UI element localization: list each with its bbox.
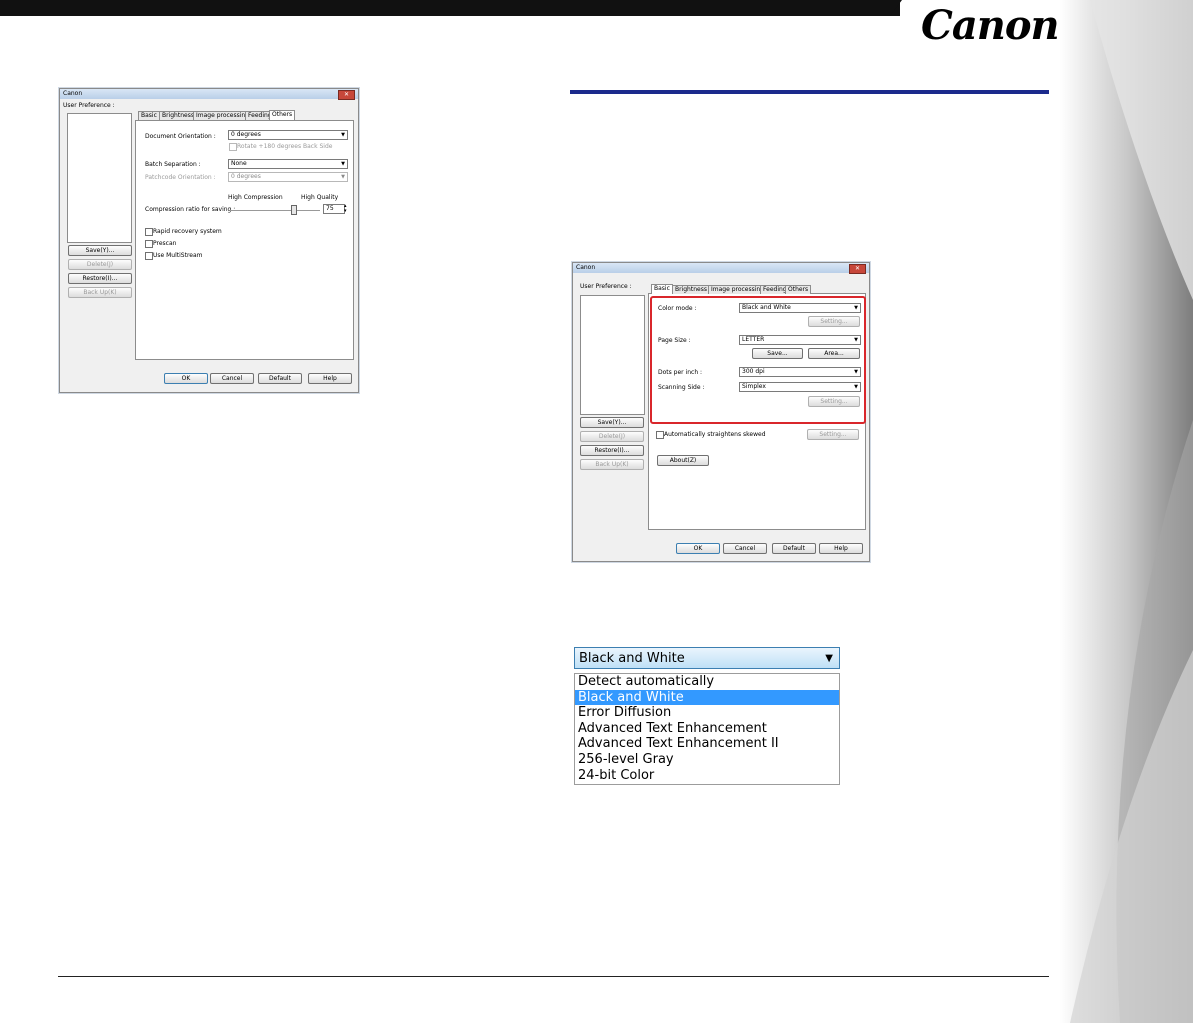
default-button[interactable]: Default bbox=[772, 543, 816, 554]
dropdown-option[interactable]: Advanced Text Enhancement II bbox=[575, 736, 839, 752]
scanning-side-select[interactable]: Simplex ▼ bbox=[739, 382, 861, 392]
dropdown-option[interactable]: Error Diffusion bbox=[575, 705, 839, 721]
delete-button[interactable]: Delete(J) bbox=[580, 431, 644, 442]
straighten-label: Automatically straightens skewed bbox=[664, 431, 766, 438]
area-button[interactable]: Area... bbox=[808, 348, 860, 359]
tab-basic[interactable]: Basic bbox=[138, 111, 160, 120]
help-button[interactable]: Help bbox=[308, 373, 352, 384]
spinner-icon[interactable]: ▴ ▾ bbox=[344, 204, 347, 214]
patchcode-orientation-select[interactable]: 0 degrees ▼ bbox=[228, 172, 348, 182]
dialog-title: Canon bbox=[63, 90, 83, 97]
tab-others[interactable]: Others bbox=[785, 285, 812, 294]
page-size-label: Page Size : bbox=[658, 337, 691, 344]
save-button[interactable]: Save(Y)... bbox=[68, 245, 132, 256]
chevron-down-icon: ▼ bbox=[854, 369, 858, 375]
color-setting-button[interactable]: Setting... bbox=[808, 316, 860, 327]
color-mode-select[interactable]: Black and White ▼ bbox=[739, 303, 861, 313]
tab-panel: Basic Brightness Image processing Feedin… bbox=[135, 110, 354, 360]
rotate-back-checkbox[interactable] bbox=[229, 143, 237, 151]
straighten-checkbox[interactable] bbox=[656, 431, 664, 439]
close-icon[interactable]: ✕ bbox=[338, 90, 355, 100]
save-button[interactable]: Save(Y)... bbox=[580, 417, 644, 428]
doc-orientation-label: Document Orientation : bbox=[145, 133, 216, 140]
chevron-down-icon: ▼ bbox=[854, 337, 858, 343]
slider-thumb[interactable] bbox=[291, 205, 297, 215]
tab-image-processing[interactable]: Image processing bbox=[193, 111, 253, 120]
default-button[interactable]: Default bbox=[258, 373, 302, 384]
page-size-select[interactable]: LETTER ▼ bbox=[739, 335, 861, 345]
doc-orientation-select[interactable]: 0 degrees ▼ bbox=[228, 130, 348, 140]
cancel-button[interactable]: Cancel bbox=[210, 373, 254, 384]
dpi-label: Dots per inch : bbox=[658, 369, 703, 376]
ok-button[interactable]: OK bbox=[676, 543, 720, 554]
batch-separation-select[interactable]: None ▼ bbox=[228, 159, 348, 169]
multistream-checkbox[interactable] bbox=[145, 252, 153, 260]
chevron-down-icon: ▼ bbox=[825, 653, 833, 664]
tab-brightness[interactable]: Brightness bbox=[159, 111, 197, 120]
dropdown-selected[interactable]: Black and White ▼ bbox=[574, 647, 840, 669]
high-compression-label: High Compression bbox=[228, 194, 283, 201]
user-preference-label: User Preference : bbox=[63, 102, 115, 109]
decorative-side-graphic bbox=[1060, 0, 1193, 1023]
high-quality-label: High Quality bbox=[301, 194, 339, 201]
tab-others[interactable]: Others bbox=[269, 110, 296, 120]
close-icon[interactable]: ✕ bbox=[849, 264, 866, 274]
settings-dialog-basic: Canon ✕ User Preference : Save(Y)... Del… bbox=[572, 262, 870, 562]
compression-slider[interactable] bbox=[230, 205, 320, 215]
straighten-setting-button[interactable]: Setting... bbox=[807, 429, 859, 440]
patchcode-orientation-label: Patchcode Orientation : bbox=[145, 174, 216, 181]
dropdown-option[interactable]: 256-level Gray bbox=[575, 752, 839, 768]
prescan-label: Prescan bbox=[153, 240, 177, 247]
backup-button[interactable]: Back Up(K) bbox=[68, 287, 132, 298]
page-size-save-button[interactable]: Save... bbox=[752, 348, 803, 359]
footer-rule bbox=[58, 976, 1049, 977]
restore-button[interactable]: Restore(I)... bbox=[68, 273, 132, 284]
settings-dialog-others: Canon ✕ User Preference : Save(Y)... Del… bbox=[59, 88, 359, 393]
scanning-setting-button[interactable]: Setting... bbox=[808, 396, 860, 407]
ok-button[interactable]: OK bbox=[164, 373, 208, 384]
prescan-checkbox[interactable] bbox=[145, 240, 153, 248]
dropdown-option[interactable]: 24-bit Color bbox=[575, 768, 839, 784]
tab-panel: Basic Brightness Image processing Feedin… bbox=[648, 284, 866, 530]
help-button[interactable]: Help bbox=[819, 543, 863, 554]
chevron-down-icon: ▼ bbox=[854, 305, 858, 311]
header-bar bbox=[0, 0, 900, 16]
scanning-side-label: Scanning Side : bbox=[658, 384, 705, 391]
header-bar-cut bbox=[890, 0, 902, 16]
dropdown-option[interactable]: Detect automatically bbox=[575, 674, 839, 690]
cancel-button[interactable]: Cancel bbox=[723, 543, 767, 554]
tab-image-processing[interactable]: Image processing bbox=[708, 285, 768, 294]
dialog-titlebar: Canon ✕ bbox=[573, 263, 869, 274]
dropdown-option-highlighted[interactable]: Black and White bbox=[575, 689, 839, 706]
section-rule bbox=[570, 90, 1049, 94]
dpi-select[interactable]: 300 dpi ▼ bbox=[739, 367, 861, 377]
compression-ratio-label: Compression ratio for saving : bbox=[145, 206, 236, 213]
rotate-back-label: Rotate +180 degrees Back Side bbox=[237, 143, 333, 150]
user-preference-label: User Preference : bbox=[580, 283, 632, 290]
chevron-down-icon: ▼ bbox=[341, 161, 345, 167]
delete-button[interactable]: Delete(J) bbox=[68, 259, 132, 270]
rapid-recovery-checkbox[interactable] bbox=[145, 228, 153, 236]
batch-separation-label: Batch Separation : bbox=[145, 161, 201, 168]
tab-brightness[interactable]: Brightness bbox=[672, 285, 710, 294]
restore-button[interactable]: Restore(I)... bbox=[580, 445, 644, 456]
color-mode-label: Color mode : bbox=[658, 305, 697, 312]
dialog-titlebar: Canon ✕ bbox=[60, 89, 358, 100]
multistream-label: Use MultiStream bbox=[153, 252, 203, 259]
chevron-down-icon: ▼ bbox=[854, 384, 858, 390]
tab-basic[interactable]: Basic bbox=[651, 284, 673, 294]
dropdown-option[interactable]: Advanced Text Enhancement bbox=[575, 721, 839, 737]
chevron-down-icon: ▼ bbox=[341, 132, 345, 138]
chevron-down-icon: ▼ bbox=[341, 174, 345, 180]
color-mode-dropdown: Black and White ▼ Detect automatically Bl… bbox=[574, 647, 840, 785]
dialog-title: Canon bbox=[576, 264, 596, 271]
user-preference-list[interactable] bbox=[67, 113, 132, 243]
user-preference-list[interactable] bbox=[580, 295, 645, 415]
about-button[interactable]: About(Z) bbox=[657, 455, 709, 466]
backup-button[interactable]: Back Up(K) bbox=[580, 459, 644, 470]
compression-value-input[interactable]: 75 bbox=[323, 204, 345, 214]
rapid-recovery-label: Rapid recovery system bbox=[153, 228, 222, 235]
canon-logo: Canon bbox=[921, 2, 1060, 49]
dropdown-options: Detect automatically Black and White Err… bbox=[574, 673, 840, 785]
